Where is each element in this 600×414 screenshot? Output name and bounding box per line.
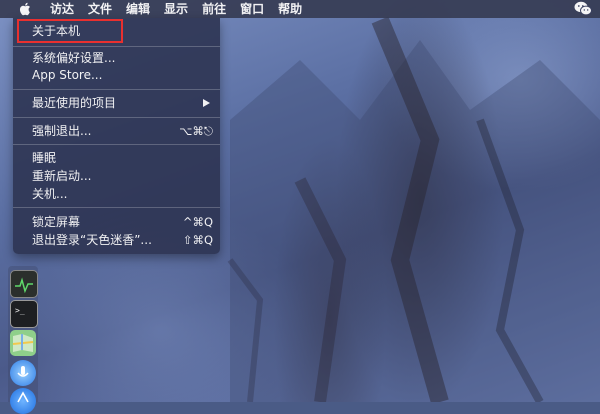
dock: >_ — [8, 266, 38, 414]
submenu-arrow-icon — [203, 99, 210, 107]
activity-monitor-icon[interactable] — [10, 270, 38, 298]
menu-finder[interactable]: 访达 — [50, 0, 74, 18]
menu-item-shortcut: ^⌘Q — [182, 215, 213, 229]
maps-icon[interactable] — [10, 330, 36, 356]
menu-divider — [13, 117, 220, 118]
menu-item-restart[interactable]: 重新启动... — [13, 168, 220, 185]
menu-item-about-this-mac[interactable]: 关于本机 — [13, 23, 220, 40]
menu-go[interactable]: 前往 — [202, 0, 226, 18]
menu-help[interactable]: 帮助 — [278, 0, 302, 18]
menu-item-label: 最近使用的项目 — [32, 96, 117, 110]
terminal-icon[interactable]: >_ — [10, 300, 38, 328]
menu-item-label: 强制退出... — [32, 124, 92, 138]
menu-item-recent-items[interactable]: 最近使用的项目 — [13, 95, 220, 112]
menu-item-label: 锁定屏幕 — [32, 215, 81, 229]
app-store-icon[interactable] — [10, 388, 36, 414]
menu-divider — [13, 46, 220, 47]
menu-item-label: 关机... — [32, 187, 68, 201]
menu-item-label: 系统偏好设置... — [32, 51, 116, 65]
menu-view[interactable]: 显示 — [164, 0, 188, 18]
menu-item-label: App Store... — [32, 68, 103, 82]
menu-item-system-preferences[interactable]: 系统偏好设置... — [13, 50, 220, 67]
wechat-icon[interactable] — [574, 1, 592, 19]
menu-item-force-quit[interactable]: 强制退出... ⌥⌘⎋ — [13, 123, 220, 140]
menu-file[interactable]: 文件 — [88, 0, 112, 18]
menu-window[interactable]: 窗口 — [240, 0, 264, 18]
apple-icon[interactable] — [14, 2, 36, 16]
menu-divider — [13, 89, 220, 90]
menu-bar: 访达 文件 编辑 显示 前往 窗口 帮助 — [0, 0, 600, 18]
menu-item-shut-down[interactable]: 关机... — [13, 186, 220, 203]
menu-item-label: 退出登录“天色迷香”... — [32, 233, 152, 247]
menu-item-label: 睡眠 — [32, 151, 57, 165]
menu-divider — [13, 207, 220, 208]
siri-icon[interactable] — [10, 360, 36, 386]
menu-divider — [13, 144, 220, 145]
svg-text:>_: >_ — [15, 306, 25, 315]
menu-item-app-store[interactable]: App Store... — [13, 67, 220, 84]
apple-menu: 关于本机 系统偏好设置... App Store... 最近使用的项目 强制退出… — [13, 18, 220, 254]
menu-item-label: 重新启动... — [32, 169, 92, 183]
menu-item-lock-screen[interactable]: 锁定屏幕 ^⌘Q — [13, 214, 220, 231]
menu-item-shortcut: ⌥⌘⎋ — [179, 124, 213, 138]
menu-edit[interactable]: 编辑 — [126, 0, 150, 18]
menu-item-shortcut: ⇧⌘Q — [182, 233, 213, 247]
menu-item-label: 关于本机 — [32, 24, 81, 38]
menu-item-log-out[interactable]: 退出登录“天色迷香”... ⇧⌘Q — [13, 232, 220, 249]
menu-item-sleep[interactable]: 睡眠 — [13, 150, 220, 167]
